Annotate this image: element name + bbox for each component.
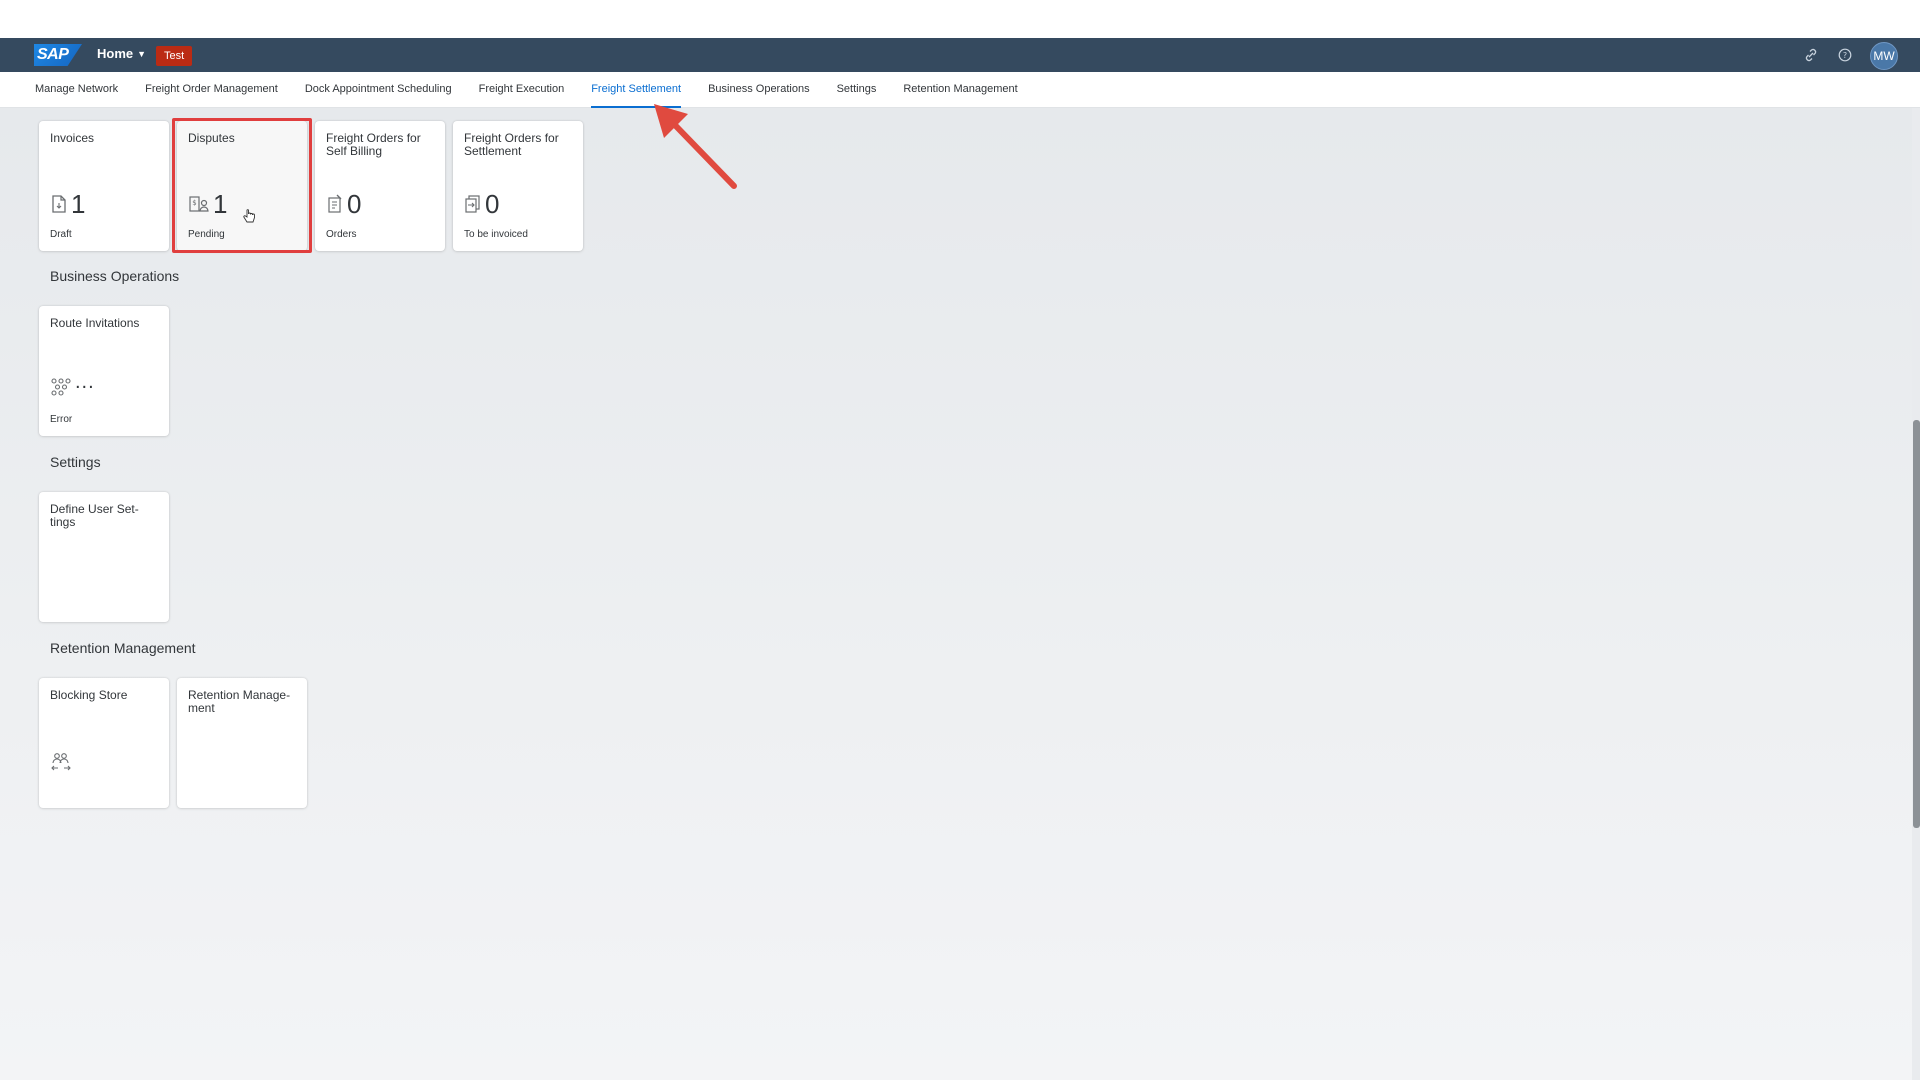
home-menu-button[interactable]: Home ▼ [97,46,146,61]
tile-freight-orders-settlement[interactable]: Freight Orders for Settlement 0 To be in… [453,121,583,251]
tile-retention-management[interactable]: Retention Manage- ment [177,678,307,808]
home-menu-label: Home [97,46,134,61]
scrollbar-thumb[interactable] [1913,420,1920,828]
annotation-arrow-icon [654,104,737,189]
link-icon[interactable] [1802,48,1820,65]
settlement-document-icon [464,194,482,214]
tile-title: Route Invitations [50,316,140,330]
network-icon [50,376,72,396]
tab-dock-appointment-scheduling[interactable]: Dock Appointment Scheduling [305,72,452,108]
tile-title: Freight Orders for Self Billing [326,131,421,158]
tab-settings[interactable]: Settings [837,72,877,108]
tile-blocking-store[interactable]: Blocking Store [39,678,169,808]
tile-invoices[interactable]: Invoices 1 Draft [39,121,169,251]
tile-title: Freight Orders for Settlement [464,131,559,158]
tile-footer: Draft [50,229,72,240]
section-title-settings: Settings [50,454,101,470]
help-icon[interactable]: ? [1836,48,1854,65]
document-icon [50,194,68,214]
highlight-box [172,118,312,253]
section-title-retention-management: Retention Management [50,640,196,656]
tile-value: 0 [347,189,362,219]
section-title-business-operations: Business Operations [50,268,180,284]
sap-logo[interactable]: SAP [34,44,82,66]
tile-title: Blocking Store [50,688,128,702]
tile-value: 0 [485,189,500,219]
launchpad-content [0,108,1920,1080]
tile-title: Define User Set- tings [50,502,139,529]
environment-badge: Test [156,46,193,66]
tile-title: Invoices [50,131,95,145]
tile-kpi: 1 [50,191,85,217]
hand-cursor-icon [243,209,255,223]
tile-kpi [50,752,72,772]
top-blank-strip [0,0,1920,38]
billing-document-icon [326,194,344,214]
tile-kpi: 0 [464,191,499,217]
tab-freight-order-management[interactable]: Freight Order Management [145,72,278,108]
tile-kpi: ... [50,372,95,396]
tile-title: Retention Manage- ment [188,688,291,715]
tile-footer: To be invoiced [464,229,528,240]
tab-retention-management[interactable]: Retention Management [903,72,1017,108]
svg-text:?: ? [1843,51,1847,60]
user-group-transfer-icon [50,752,72,772]
tile-route-invitations[interactable]: Route Invitations ... Error [39,306,169,436]
tile-define-user-settings[interactable]: Define User Set- tings [39,492,169,622]
tile-kpi: 0 [326,191,361,217]
tile-footer: Error [50,414,73,425]
chevron-down-icon: ▼ [137,48,147,59]
tile-value: ... [75,371,95,393]
user-avatar[interactable]: MW [1870,42,1898,70]
tile-footer: Orders [326,229,357,240]
shell-actions: ? MW [1802,42,1898,70]
shell-bar: SAP Home ▼ Test ? MW [0,38,1920,72]
tab-manage-network[interactable]: Manage Network [35,72,118,108]
tile-value: 1 [71,189,86,219]
tile-freight-orders-self-billing[interactable]: Freight Orders for Self Billing 0 Orders [315,121,445,251]
space-tab-bar: Manage Network Freight Order Management … [0,72,1920,108]
tab-freight-execution[interactable]: Freight Execution [479,72,565,108]
